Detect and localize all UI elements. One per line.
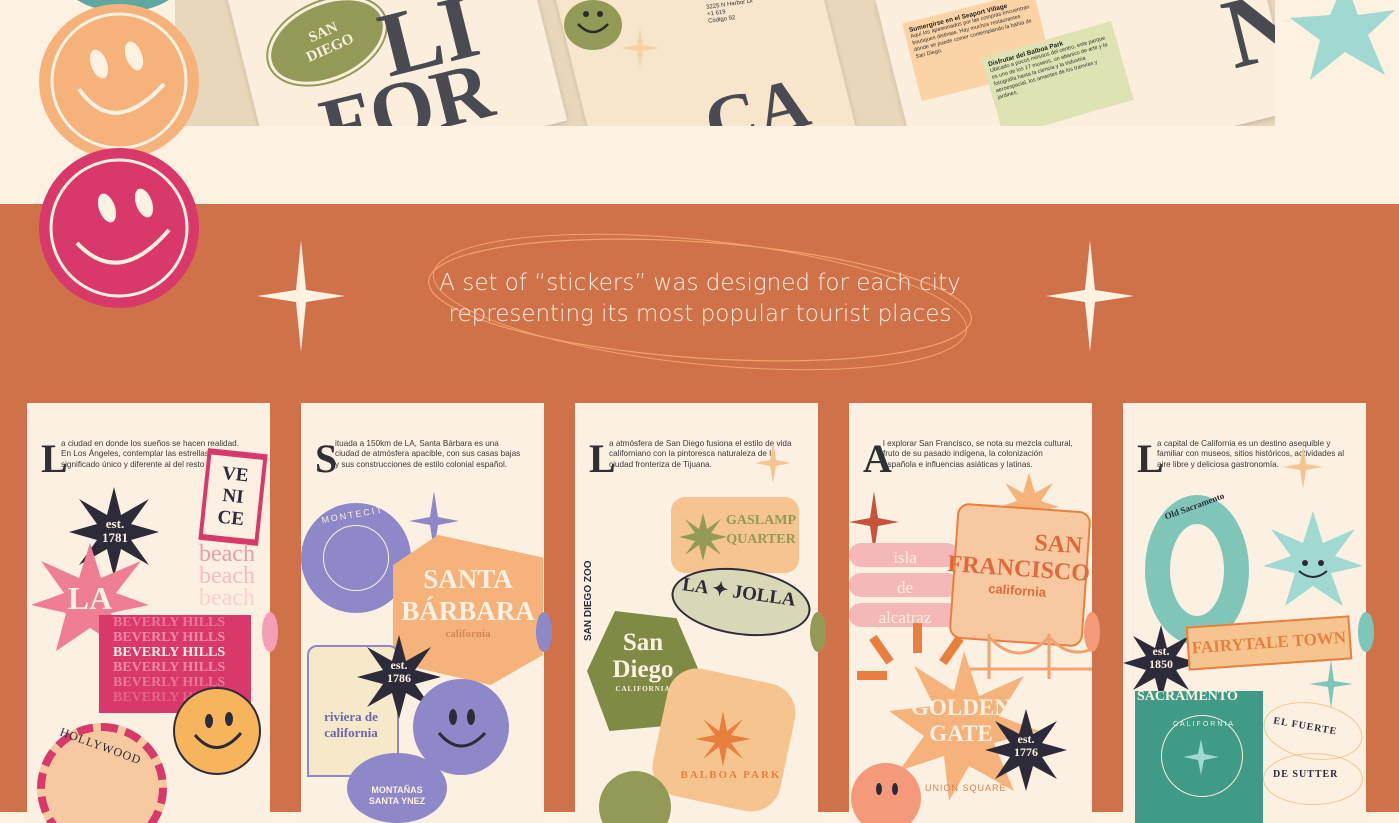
headline-line-1: A set of “stickers” was designed for eac… [439, 270, 961, 296]
sacramento-california-label: CALIFORNIA [1173, 721, 1236, 728]
union-square-label: UNION SQUARE [925, 783, 1007, 793]
edge-sliver-5 [1358, 612, 1374, 652]
venice-label: VE NI CE [202, 454, 264, 540]
montanas-label: MONTAÑAS SANTA YNEZ [368, 785, 426, 806]
beach-line-3: beach [199, 585, 255, 611]
headline: A set of “stickers” was designed for eac… [400, 268, 1000, 330]
peach-sparkle-icon [1283, 445, 1323, 489]
teal-sun-icon [1263, 511, 1363, 606]
beach-text: beach beach beach [199, 541, 255, 611]
california-label: california [445, 628, 491, 640]
sparkle-right-icon [1046, 240, 1134, 352]
old-sacramento-inner [1170, 524, 1224, 616]
orange-sun-icon [695, 711, 751, 767]
beverly-line-2: BEVERLY HILLS [113, 630, 226, 645]
barbara-label: BÁRBARA [401, 596, 535, 626]
collage-smiley-icon [564, 0, 622, 50]
smiley-pink-icon [39, 148, 199, 308]
diego-text: Diego [612, 656, 674, 683]
gaslamp-text: GASLAMP [726, 513, 796, 528]
edge-sliver-1 [262, 612, 278, 652]
card-description: l explorar San Francisco, se nota su mez… [883, 439, 1073, 469]
teal-star-icon [1290, 0, 1395, 80]
beverly-line-1: BEVERLY HILLS [113, 615, 226, 630]
drop-cap: S [315, 436, 338, 481]
edge-sliver-2 [536, 612, 552, 652]
beach-line-2: beach [199, 563, 255, 589]
montecito-inner [323, 525, 389, 591]
sacramento-label-top: SACRAMENTO [1137, 689, 1238, 704]
de-sutter-label: DE SUTTER [1273, 769, 1339, 780]
est-1776-badge: est. 1776 [998, 733, 1054, 759]
beverly-line-4: BEVERLY HILLS [113, 660, 226, 675]
edge-sliver-4 [1084, 612, 1100, 652]
collage-sparkle-icon [620, 28, 660, 68]
est-1850-badge: est. 1850 [1133, 645, 1189, 671]
isla-text: isla [893, 548, 917, 567]
edge-sliver-3 [810, 612, 826, 652]
santa-label: SANTA [423, 564, 513, 594]
card-4-smiley-icon [851, 763, 921, 823]
beach-line-1: beach [199, 541, 255, 567]
san-francisco-label: SAN FRANCISCO california [947, 525, 1091, 603]
california-text: CALIFORNIA [615, 685, 671, 693]
card-santa-barbara: S ituada a 150km de LA, Santa Bárbara es… [301, 403, 544, 823]
gate-text: GATE [929, 721, 993, 746]
est-year: 1786 [387, 671, 411, 685]
beverly-line-5: BEVERLY HILLS [113, 675, 226, 690]
beverly-line-3: BEVERLY HILLS [113, 645, 226, 660]
est-label: est. [105, 516, 125, 531]
top-band: SAN DIEGO LI FOR CA N 3225 N Harbor Dr +… [0, 0, 1399, 204]
gaslamp-label: GASLAMP QUARTER [723, 511, 799, 549]
smiley-peach-icon [39, 4, 199, 159]
olive-burst-icon [679, 513, 727, 561]
san-text: SAN [1033, 530, 1084, 560]
sparkle-left-icon [257, 240, 345, 352]
card-san-diego: L a atmósfera de San Diego fusiona el es… [575, 403, 818, 823]
san-text: San [622, 629, 664, 656]
la-label: LA [67, 579, 113, 616]
quarter-text: QUARTER [726, 532, 796, 547]
est-year: 1776 [1014, 745, 1038, 759]
peach-sparkle-icon [755, 443, 791, 483]
card-los-angeles: L a ciudad en donde los sueños se hacen … [27, 403, 270, 823]
santa-barbara-label: SANTA BÁRBARA california [397, 563, 539, 641]
card-1-smiley-icon [173, 687, 261, 775]
est-year: 1850 [1149, 657, 1173, 671]
card-san-francisco: A l explorar San Francisco, se nota su m… [849, 403, 1092, 823]
card-sacramento: L a capital de California es un destino … [1123, 403, 1366, 823]
san-diego-label: SAN DIEGO [304, 19, 357, 66]
compass-star-icon [1183, 739, 1219, 775]
alcatraz-label: isla de alcatraz [857, 543, 953, 633]
magazine-collage: SAN DIEGO LI FOR CA N 3225 N Harbor Dr +… [175, 0, 1275, 126]
balboa-label: BALBOA PARK [680, 769, 782, 781]
teal-sparkle-icon [1309, 659, 1353, 709]
de-text: de [896, 578, 914, 597]
card-description: ituada a 150km de LA, Santa Bárbara es u… [335, 439, 521, 469]
headline-line-2: representing its most popular tourist pl… [448, 301, 952, 327]
